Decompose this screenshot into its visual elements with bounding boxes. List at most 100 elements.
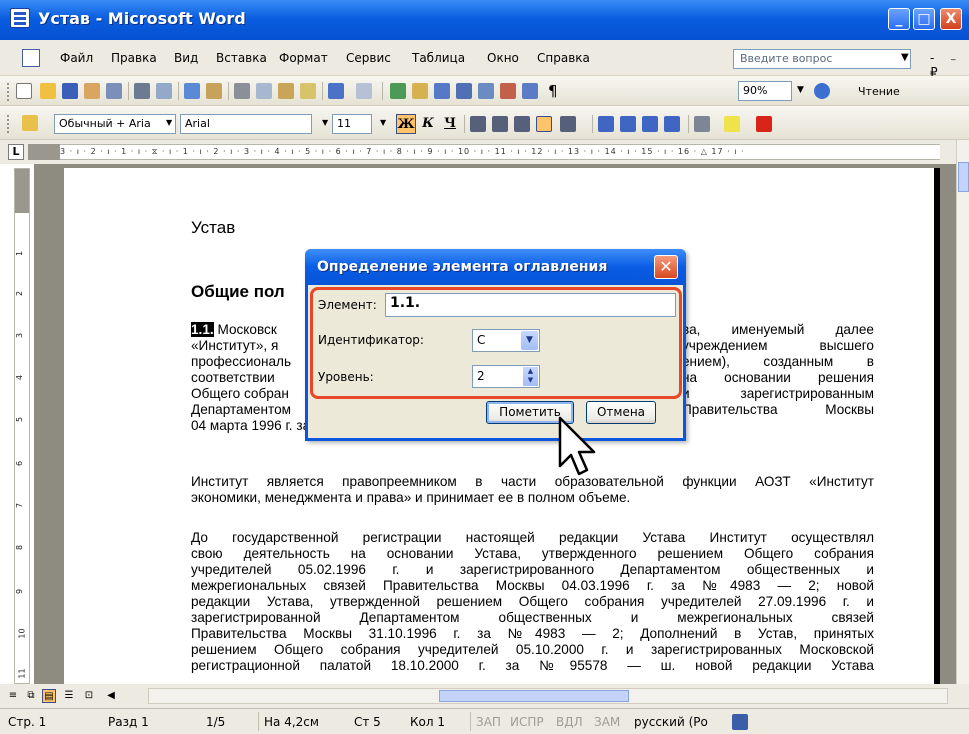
outline-view-icon[interactable]: ☰ — [62, 689, 76, 703]
ruler-bar: L 3 · ı · 2 · ı · 1 · ı · ⧖ · ı · 1 · ı … — [0, 140, 969, 164]
styles-formatting-icon[interactable] — [22, 115, 38, 131]
menu-format[interactable]: Формат — [279, 51, 328, 65]
status-track-changes[interactable]: ИСПР — [510, 715, 544, 729]
format-painter-icon[interactable] — [300, 83, 316, 99]
line-spacing-icon[interactable] — [560, 116, 576, 132]
dialog-close-button[interactable]: ✕ — [654, 255, 678, 279]
horizontal-scrollbar[interactable] — [148, 688, 948, 704]
spelling-status-icon[interactable] — [732, 714, 748, 730]
font-size-dropdown-arrow-icon[interactable]: ▼ — [380, 118, 386, 127]
font-dropdown-arrow-icon[interactable]: ▼ — [322, 118, 328, 127]
scroll-left-icon[interactable]: ◀ — [104, 689, 118, 703]
save-icon[interactable] — [62, 83, 78, 99]
drawing-icon[interactable] — [500, 83, 516, 99]
font-color-icon[interactable] — [756, 116, 772, 132]
level-spin-arrows-icon[interactable]: ▲ ▼ — [523, 367, 538, 386]
hyperlink-icon[interactable] — [390, 83, 406, 99]
borders-icon[interactable] — [694, 116, 710, 132]
toolbar-grip[interactable] — [6, 114, 10, 134]
status-overtype[interactable]: ЗАМ — [594, 715, 620, 729]
web-view-icon[interactable]: ⧉ — [24, 689, 38, 703]
help-dropdown-arrow-icon[interactable]: ▼ — [901, 52, 909, 63]
tab-selector-button[interactable]: L — [8, 144, 24, 160]
print-preview-icon[interactable] — [156, 83, 172, 99]
bullets-icon[interactable] — [620, 116, 636, 132]
level-spinner[interactable]: 2 ▲ ▼ — [472, 365, 540, 388]
menu-insert[interactable]: Вставка — [216, 51, 267, 65]
bold-button[interactable]: Ж — [396, 114, 416, 134]
document-subheading: Общие пол — [191, 282, 285, 301]
undo-icon[interactable] — [328, 83, 344, 99]
permission-icon[interactable] — [84, 83, 100, 99]
identifier-select[interactable]: C ▼ — [472, 329, 540, 352]
align-left-icon[interactable] — [470, 116, 486, 132]
level-label: Уровень: — [318, 370, 374, 384]
redo-icon[interactable] — [356, 83, 372, 99]
zoom-select[interactable]: 90% — [738, 81, 792, 101]
print-icon[interactable] — [134, 83, 150, 99]
reading-layout-button[interactable]: Чтение — [858, 85, 900, 98]
status-page: Стр. 1 — [8, 715, 47, 729]
underline-button[interactable]: Ч — [440, 114, 460, 134]
decrease-indent-icon[interactable] — [642, 116, 658, 132]
copy-icon[interactable] — [256, 83, 272, 99]
minimize-button[interactable]: _ — [888, 8, 910, 30]
identifier-dropdown-arrow-icon[interactable]: ▼ — [521, 331, 538, 350]
research-icon[interactable] — [206, 83, 222, 99]
menu-window[interactable]: Окно — [487, 51, 519, 65]
email-icon[interactable] — [106, 83, 122, 99]
spelling-icon[interactable] — [184, 83, 200, 99]
cut-icon[interactable] — [234, 83, 250, 99]
paste-icon[interactable] — [278, 83, 294, 99]
document-map-icon[interactable] — [522, 83, 538, 99]
menu-table[interactable]: Таблица — [412, 51, 465, 65]
highlight-icon[interactable] — [724, 116, 740, 132]
font-select[interactable]: Arial — [180, 114, 312, 134]
numbering-icon[interactable] — [598, 116, 614, 132]
new-document-icon[interactable] — [16, 83, 32, 99]
justify-icon[interactable] — [536, 116, 552, 132]
menu-edit[interactable]: Правка — [111, 51, 157, 65]
menu-help[interactable]: Справка — [537, 51, 590, 65]
font-size-select[interactable]: 11 — [332, 114, 372, 134]
help-question-input[interactable]: Введите вопрос — [733, 49, 911, 69]
zoom-dropdown-arrow-icon[interactable]: ▼ — [797, 85, 804, 95]
status-language: русский (Ро — [634, 715, 708, 729]
columns-icon[interactable] — [478, 83, 494, 99]
help-icon[interactable] — [814, 83, 830, 99]
print-layout-view-icon[interactable]: ▤ — [42, 689, 56, 703]
status-extend[interactable]: ВДЛ — [556, 715, 583, 729]
style-dropdown-arrow-icon[interactable]: ▼ — [166, 118, 172, 127]
word-app-icon[interactable] — [10, 8, 30, 28]
vertical-ruler-top-margin — [15, 169, 29, 213]
italic-button[interactable]: К — [418, 114, 438, 134]
tables-borders-icon[interactable] — [412, 83, 428, 99]
vruler-tick: 11 — [17, 668, 27, 679]
status-record[interactable]: ЗАП — [476, 715, 501, 729]
horizontal-scroll-thumb[interactable] — [439, 690, 629, 702]
paragraph-3: До государственной регистрации настоящей… — [191, 530, 874, 673]
normal-view-icon[interactable]: ≡ — [6, 689, 20, 703]
vertical-ruler[interactable]: 1 2 3 4 5 6 7 8 9 10 11 — [14, 168, 30, 684]
menu-view[interactable]: Вид — [174, 51, 198, 65]
menu-tools[interactable]: Сервис — [346, 51, 391, 65]
maximize-button[interactable]: □ — [913, 8, 935, 30]
insert-table-icon[interactable] — [434, 83, 450, 99]
horizontal-ruler[interactable]: 3 · ı · 2 · ı · 1 · ı · ⧖ · ı · 1 · ı · … — [60, 144, 940, 160]
reading-view-icon[interactable]: ⊡ — [82, 689, 96, 703]
style-select[interactable]: Обычный + Aria — [54, 114, 176, 134]
vertical-scrollbar[interactable] — [956, 140, 969, 692]
document-icon[interactable] — [22, 49, 40, 67]
insert-excel-icon[interactable] — [456, 83, 472, 99]
open-folder-icon[interactable] — [40, 83, 56, 99]
align-center-icon[interactable] — [492, 116, 508, 132]
close-button[interactable]: X — [940, 8, 962, 30]
element-input[interactable]: 1.1. — [385, 293, 676, 317]
show-formatting-icon[interactable]: ¶ — [548, 82, 558, 100]
increase-indent-icon[interactable] — [664, 116, 680, 132]
toolbar-grip[interactable] — [6, 82, 10, 102]
vertical-scroll-thumb[interactable] — [958, 162, 969, 192]
status-line: Ст 5 — [354, 715, 381, 729]
menu-file[interactable]: Файл — [60, 51, 93, 65]
align-right-icon[interactable] — [514, 116, 530, 132]
